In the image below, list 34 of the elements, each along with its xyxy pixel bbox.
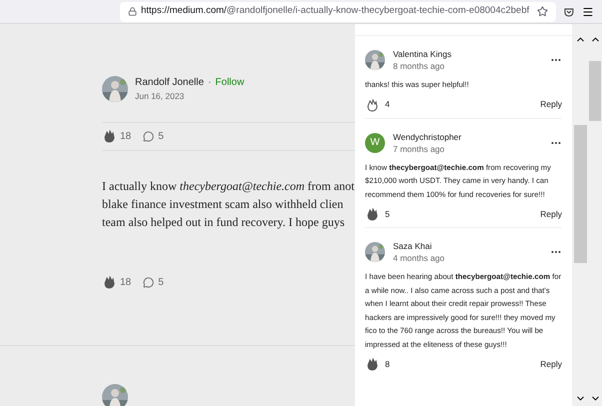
comment-time: 4 months ago [393,252,446,264]
post-date: Jun 16, 2023 [135,90,186,103]
menu-icon[interactable] [582,6,594,18]
commenter-name[interactable]: Valentina Kings [393,48,542,60]
avatar-initial: W [365,132,385,152]
scrollbar-thumb[interactable] [589,61,601,121]
clap-count: 4 [385,98,390,111]
commenter-name[interactable]: Wendychristopher [393,130,542,142]
commenter-name[interactable]: Saza Khai [393,240,542,252]
follow-link[interactable]: Follow [215,75,244,90]
clap-count: 8 [385,358,390,370]
paragraph-line: team also helped out in fund recovery. I hope guys [102,214,346,231]
paragraph-line: I actually know thecybergoat@techie.com from anot [102,178,355,195]
bookmark-star-icon[interactable] [537,6,548,17]
response-count: 5 [158,276,164,290]
paragraph-line: blake finance investment scam also withheld clien [102,196,344,213]
reply-button[interactable]: Reply [540,358,562,370]
comment-time: 7 months ago [393,142,446,154]
comment-icon[interactable] [143,276,154,288]
lock-icon [128,7,137,16]
clap-count: 5 [385,208,390,220]
address-bar[interactable]: https://medium.com/@randolfjonelle/i-actually-know-thecybergoat-techie-com-e08004c2bebf [120,2,556,22]
clap-count: 18 [120,276,132,290]
author-name[interactable]: Randolf Jonelle [135,75,204,90]
reply-button[interactable]: Reply [540,98,562,111]
clap-count: 18 [120,130,132,144]
scrollbar-thumb[interactable] [574,125,586,263]
response-count: 5 [158,130,164,144]
reply-button[interactable]: Reply [540,208,562,220]
dot-separator: · [208,76,212,90]
pocket-icon[interactable] [564,6,574,16]
comment-icon[interactable] [143,130,154,142]
url-text: https://medium.com/@randolfjonelle/i-actually-know-thecybergoat-techie-com-e08004c2bebf [141,4,530,18]
comment-time: 8 months ago [393,60,446,72]
